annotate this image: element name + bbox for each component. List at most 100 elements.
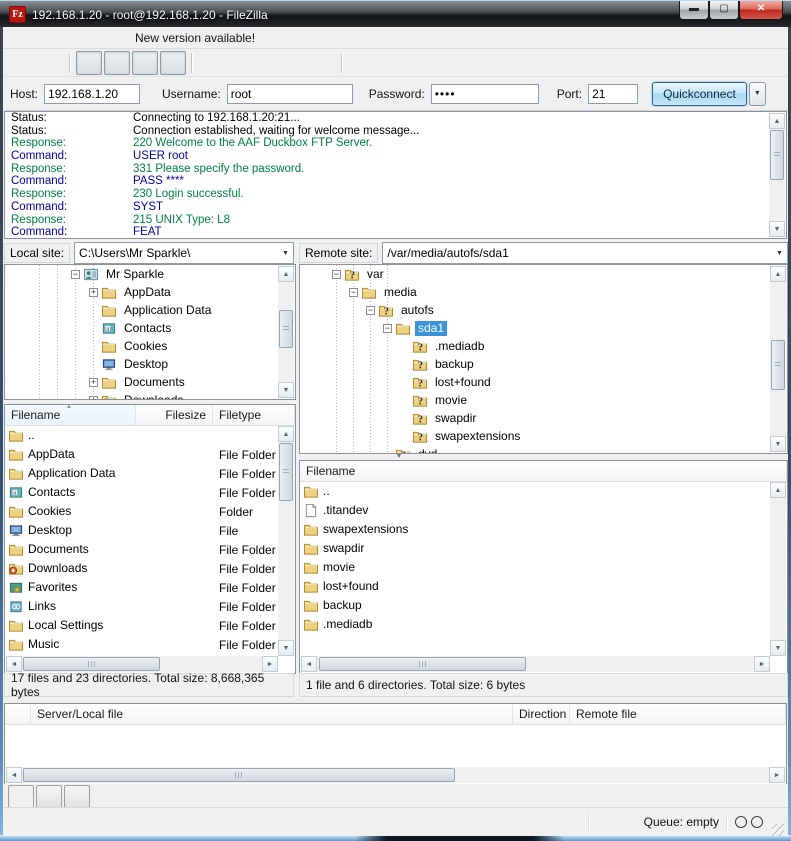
scroll-up-icon[interactable]: ▲: [278, 266, 294, 282]
backup[interactable]: backup: [300, 596, 787, 615]
.mediadb[interactable]: .mediadb: [300, 615, 787, 634]
scroll-down-icon[interactable]: ▼: [278, 382, 294, 398]
Desktop[interactable]: Desktop File: [5, 521, 295, 540]
local-tree-item[interactable]: + AppData: [5, 283, 295, 301]
scroll-down-icon[interactable]: ▼: [278, 640, 294, 656]
scroll-down-icon[interactable]: ▼: [770, 640, 786, 656]
Local Settings[interactable]: Local Settings File Folder: [5, 616, 295, 635]
title-bar[interactable]: Fz 192.168.1.20 - root@192.168.1.20 - Fi…: [0, 0, 791, 28]
resize-grip[interactable]: [772, 824, 784, 836]
scroll-left-icon[interactable]: ◄: [301, 656, 317, 672]
transfer-type-icon[interactable]: A: [597, 814, 615, 830]
remote-directory-tree[interactable]: ▲ ▼ − ? var − media − ? autofs: [299, 264, 788, 454]
password-input[interactable]: [431, 84, 539, 104]
remote-tree-item[interactable]: − ? autofs: [300, 301, 787, 319]
directory-comparison-icon[interactable]: [348, 51, 374, 75]
scroll-up-icon[interactable]: ▲: [769, 113, 785, 129]
Application Data[interactable]: Application Data File Folder: [5, 464, 295, 483]
toggle-queue-icon[interactable]: Q: [160, 51, 186, 75]
scroll-thumb[interactable]: [23, 768, 455, 782]
column-header-remote-file[interactable]: Remote file: [570, 704, 786, 724]
process-queue-icon[interactable]: Q: [226, 51, 252, 75]
remote-tree-item[interactable]: ? swapextensions: [300, 427, 787, 445]
pane-collapse-icon[interactable]: ▼: [396, 453, 403, 460]
synchronized-browsing-icon[interactable]: [404, 51, 430, 75]
tree-expander-icon[interactable]: −: [366, 306, 375, 315]
close-button[interactable]: ✕: [739, 1, 783, 20]
queue-tab[interactable]: [8, 785, 34, 809]
Contacts[interactable]: aContacts File Folder: [5, 483, 295, 502]
comparison-mode-icon[interactable]: [376, 51, 402, 75]
Music[interactable]: Music File Folder: [5, 635, 295, 654]
scroll-left-icon[interactable]: ◄: [6, 767, 22, 783]
remote-tree-item[interactable]: ? dvd: [300, 445, 787, 454]
swapdir[interactable]: swapdir: [300, 539, 787, 558]
remote-tree-item[interactable]: − media: [300, 283, 787, 301]
Documents[interactable]: Documents File Folder: [5, 540, 295, 559]
reconnect-icon[interactable]: R: [310, 51, 336, 75]
username-input[interactable]: [227, 84, 353, 104]
local-tree-item[interactable]: + Documents: [5, 373, 295, 391]
AppData[interactable]: AppData File Folder: [5, 445, 295, 464]
lost+found[interactable]: lost+found: [300, 577, 787, 596]
Downloads[interactable]: Downloads File Folder: [5, 559, 295, 578]
scroll-right-icon[interactable]: ►: [769, 767, 785, 783]
cancel-icon[interactable]: [254, 51, 280, 75]
scroll-thumb[interactable]: [771, 340, 785, 390]
message-log[interactable]: ▲ ▼ Status:Connecting to 192.168.1.20:21…: [4, 111, 787, 239]
movie[interactable]: movie: [300, 558, 787, 577]
remote-tree-item[interactable]: ? .mediadb: [300, 337, 787, 355]
menu-item[interactable]: [57, 36, 75, 40]
column-header-filename[interactable]: ▲Filename: [5, 405, 136, 425]
queue-hscrollbar[interactable]: ◄ ►: [6, 767, 785, 783]
remote-tree-item[interactable]: ? swapdir: [300, 409, 787, 427]
tree-expander-icon[interactable]: −: [332, 270, 341, 279]
quickconnect-button[interactable]: Quickconnect: [652, 82, 747, 106]
site-manager-icon[interactable]: [10, 51, 36, 75]
local-file-list[interactable]: ▲Filename Filesize Filetype .. AppData F…: [4, 404, 296, 674]
toggle-local-tree-icon[interactable]: L: [104, 51, 130, 75]
scroll-thumb[interactable]: [23, 657, 160, 671]
remote-list-vscrollbar[interactable]: ▲ ▼: [770, 482, 786, 656]
remote-tree-item[interactable]: ? lost+found: [300, 373, 787, 391]
menu-item[interactable]: [93, 36, 111, 40]
remote-tree-item[interactable]: − ? var: [300, 265, 787, 283]
local-tree-item[interactable]: Cookies: [5, 337, 295, 355]
menu-item[interactable]: [3, 36, 21, 40]
scroll-right-icon[interactable]: ►: [262, 656, 278, 672]
maximize-button[interactable]: ▢: [709, 1, 739, 20]
remote-list-hscrollbar[interactable]: ◄ ►: [301, 656, 770, 672]
swapextensions[interactable]: swapextensions: [300, 520, 787, 539]
remote-tree-item[interactable]: − sda1: [300, 319, 787, 337]
quickconnect-dropdown-icon[interactable]: ▼: [749, 82, 766, 106]
combo-arrow-icon[interactable]: ▼: [278, 250, 293, 257]
menu-item[interactable]: [111, 36, 129, 40]
tree-expander-icon[interactable]: −: [383, 324, 392, 333]
column-header-filesize[interactable]: Filesize: [136, 405, 213, 425]
port-input[interactable]: [588, 84, 638, 104]
tree-expander-icon[interactable]: +: [89, 378, 98, 387]
search-icon[interactable]: [432, 51, 458, 75]
local-site-select[interactable]: C:\Users\Mr Sparkle\ ▼: [74, 242, 294, 264]
remote-file-list[interactable]: Filename .. .titandev swapextensions swa…: [299, 460, 788, 674]
tree-expander-icon[interactable]: +: [89, 396, 98, 401]
scroll-left-icon[interactable]: ◄: [6, 656, 22, 672]
log-scrollbar[interactable]: ▲ ▼: [769, 113, 785, 237]
local-list-hscrollbar[interactable]: ◄ ►: [6, 656, 278, 672]
scroll-up-icon[interactable]: ▲: [278, 426, 294, 442]
.titandev[interactable]: .titandev: [300, 501, 787, 520]
menu-item[interactable]: [75, 36, 93, 40]
host-input[interactable]: [44, 84, 140, 104]
scroll-right-icon[interactable]: ►: [754, 656, 770, 672]
menu-item[interactable]: [21, 36, 39, 40]
queue-tab[interactable]: [64, 785, 90, 807]
local-list-vscrollbar[interactable]: ▲ ▼: [278, 426, 294, 656]
column-header-filename[interactable]: Filename: [300, 461, 787, 481]
local-tree-item[interactable]: a Contacts: [5, 319, 295, 337]
remote-site-select[interactable]: /var/media/autofs/sda1 ▼: [382, 242, 788, 264]
tree-expander-icon[interactable]: −: [349, 288, 358, 297]
remote-tree-item[interactable]: ? backup: [300, 355, 787, 373]
tree-expander-icon[interactable]: −: [71, 270, 80, 279]
local-tree-scrollbar[interactable]: ▲ ▼: [278, 266, 294, 398]
site-manager-dropdown-icon[interactable]: [38, 51, 64, 75]
